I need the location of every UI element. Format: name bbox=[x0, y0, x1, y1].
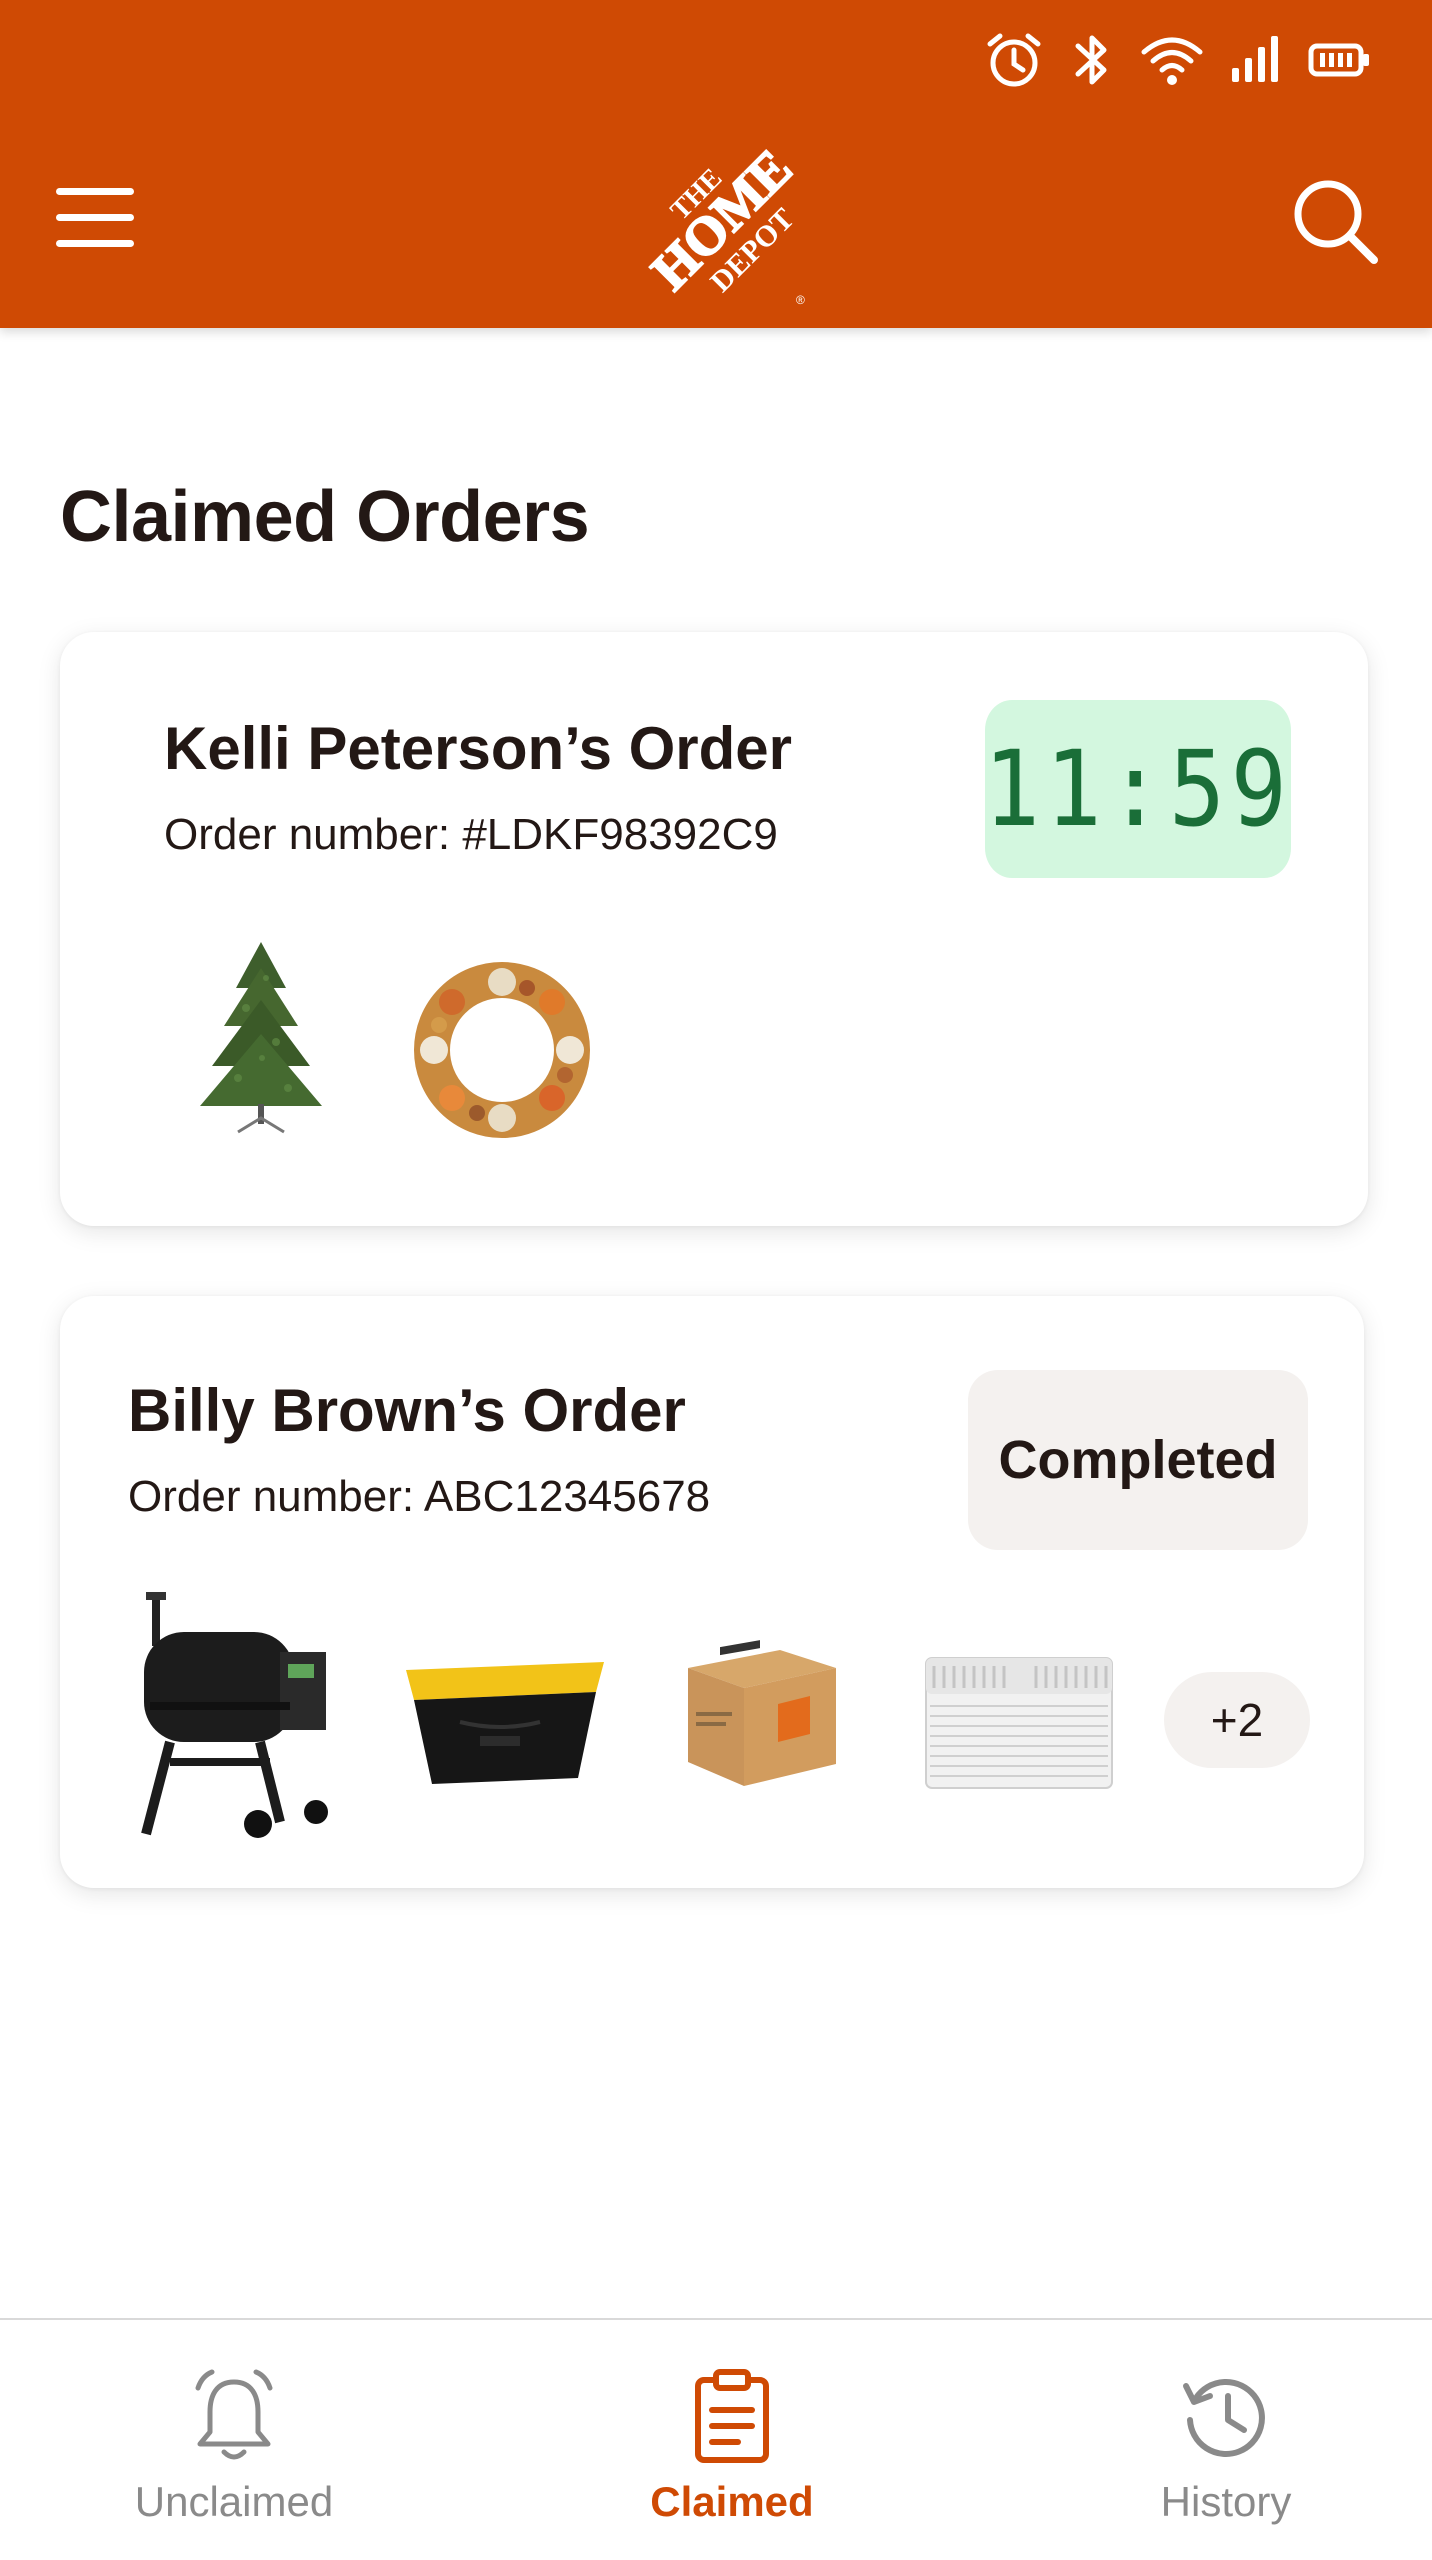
autumn-wreath-image bbox=[402, 950, 602, 1155]
nav-item-history[interactable]: History bbox=[1076, 2320, 1376, 2560]
order-card[interactable]: Kelli Peterson’s Order Order number: #LD… bbox=[60, 632, 1368, 1226]
nav-item-unclaimed[interactable]: Unclaimed bbox=[84, 2320, 384, 2560]
app-header: THE HOME DEPOT ® bbox=[0, 0, 1432, 328]
bluetooth-icon bbox=[1070, 30, 1114, 90]
christmas-tree-image bbox=[176, 938, 346, 1143]
alarm-icon bbox=[984, 30, 1044, 90]
clipboard-icon bbox=[692, 2368, 772, 2469]
signal-icon bbox=[1230, 30, 1282, 90]
storage-tote-image bbox=[400, 1642, 610, 1797]
bottom-nav: Unclaimed Claimed History bbox=[0, 2318, 1432, 2560]
status-bar bbox=[984, 28, 1372, 92]
menu-icon[interactable] bbox=[56, 186, 136, 250]
pellet-grill-image bbox=[130, 1592, 340, 1847]
page-title: Claimed Orders bbox=[60, 477, 590, 557]
nav-label: Unclaimed bbox=[134, 2478, 334, 2525]
svg-text:®: ® bbox=[796, 293, 805, 307]
moving-box-image bbox=[670, 1634, 850, 1799]
nav-label: Claimed bbox=[650, 2478, 814, 2525]
status-badge: Completed bbox=[968, 1370, 1308, 1550]
order-customer-name: Kelli Peterson’s Order bbox=[164, 715, 793, 782]
more-items-badge[interactable]: +2 bbox=[1164, 1672, 1310, 1768]
battery-icon bbox=[1308, 30, 1372, 90]
history-icon bbox=[1178, 2368, 1274, 2469]
wifi-icon bbox=[1140, 30, 1204, 90]
search-icon[interactable] bbox=[1290, 176, 1380, 266]
home-depot-logo[interactable]: THE HOME DEPOT ® bbox=[636, 134, 810, 308]
order-customer-name: Billy Brown’s Order bbox=[128, 1377, 686, 1444]
window-air-conditioner-image bbox=[920, 1650, 1120, 1805]
nav-item-claimed[interactable]: Claimed bbox=[582, 2320, 882, 2560]
bell-icon bbox=[188, 2368, 280, 2469]
order-number: Order number: ABC12345678 bbox=[128, 1472, 711, 1521]
countdown-timer: 11:59 bbox=[984, 700, 1291, 878]
order-number: Order number: #LDKF98392C9 bbox=[164, 810, 778, 859]
order-card[interactable]: Billy Brown’s Order Order number: ABC123… bbox=[60, 1296, 1364, 1888]
nav-label: History bbox=[1160, 2478, 1292, 2525]
